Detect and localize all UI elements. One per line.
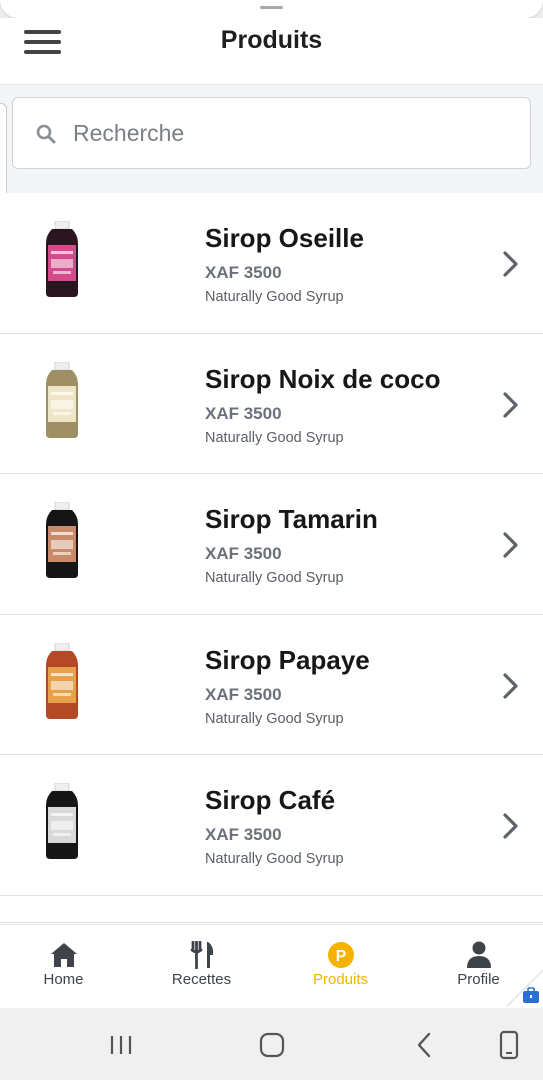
product-description: Naturally Good Syrup — [205, 570, 344, 586]
product-row[interactable]: Sirop Café XAF 3500 Naturally Good Syrup — [0, 755, 543, 896]
bottom-tab-bar: Home Recettes P Produits Profile — [0, 924, 543, 1008]
chevron-right-icon — [503, 532, 518, 558]
chevron-right-icon — [503, 672, 518, 699]
user-icon — [466, 941, 491, 968]
sheet-cap — [0, 0, 543, 18]
product-price: XAF 3500 — [205, 544, 282, 563]
tab-produits[interactable]: P Produits — [273, 925, 408, 1009]
product-name: Sirop Café — [205, 785, 336, 815]
list-divider — [0, 922, 543, 923]
product-row[interactable]: Sirop Tamarin XAF 3500 Naturally Good Sy… — [0, 474, 543, 615]
product-row[interactable]: Sirop Noix de coco XAF 3500 Naturally Go… — [0, 333, 543, 474]
product-name: Sirop Noix de coco — [205, 363, 441, 394]
search-input[interactable] — [73, 112, 513, 154]
product-price: XAF 3500 — [205, 263, 282, 282]
home-icon — [50, 943, 77, 967]
product-name: Sirop Oseille — [205, 223, 364, 253]
sheet-top — [0, 0, 543, 20]
search-area — [0, 85, 543, 193]
svg-text:P: P — [335, 948, 346, 965]
product-image — [46, 361, 78, 438]
product-row[interactable]: Sirop Papaye XAF 3500 Naturally Good Syr… — [0, 614, 543, 755]
tab-recettes[interactable]: Recettes — [134, 925, 269, 1009]
recent-apps-icon[interactable] — [106, 1030, 136, 1060]
search-box[interactable] — [12, 97, 531, 169]
fork-knife-icon — [190, 941, 213, 969]
product-row[interactable]: Sirop Oseille XAF 3500 Naturally Good Sy… — [0, 193, 543, 334]
phone-icon[interactable] — [494, 1030, 524, 1060]
search-icon — [36, 124, 56, 144]
briefcase-icon[interactable] — [522, 986, 540, 1004]
tab-home[interactable]: Home — [0, 925, 131, 1009]
product-price: XAF 3500 — [205, 684, 282, 704]
back-icon[interactable] — [410, 1030, 440, 1060]
system-nav-bar — [0, 1008, 543, 1080]
product-list: Sirop Oseille XAF 3500 Naturally Good Sy… — [0, 193, 543, 896]
product-image — [46, 642, 78, 719]
product-image — [46, 221, 78, 297]
chevron-right-icon — [503, 251, 518, 277]
tab-label: Recettes — [171, 971, 232, 988]
produits-badge-icon: P — [327, 942, 354, 968]
product-name: Sirop Tamarin — [205, 504, 378, 534]
home-button-icon[interactable] — [257, 1030, 287, 1060]
product-name: Sirop Papaye — [205, 644, 370, 675]
app-header: Produits — [0, 18, 543, 85]
chevron-right-icon — [503, 391, 518, 418]
product-price: XAF 3500 — [205, 403, 282, 423]
tab-label: Home — [43, 971, 84, 988]
product-price: XAF 3500 — [205, 825, 282, 844]
page-title: Produits — [220, 26, 323, 54]
product-description: Naturally Good Syrup — [205, 851, 344, 867]
tab-label: Produits — [312, 971, 369, 988]
product-description: Naturally Good Syrup — [205, 429, 344, 446]
product-description: Naturally Good Syrup — [205, 710, 344, 727]
product-description: Naturally Good Syrup — [205, 289, 344, 305]
sheet-handle[interactable] — [260, 6, 283, 9]
product-image — [46, 783, 78, 859]
chevron-right-icon — [503, 813, 518, 839]
product-image — [46, 502, 78, 578]
